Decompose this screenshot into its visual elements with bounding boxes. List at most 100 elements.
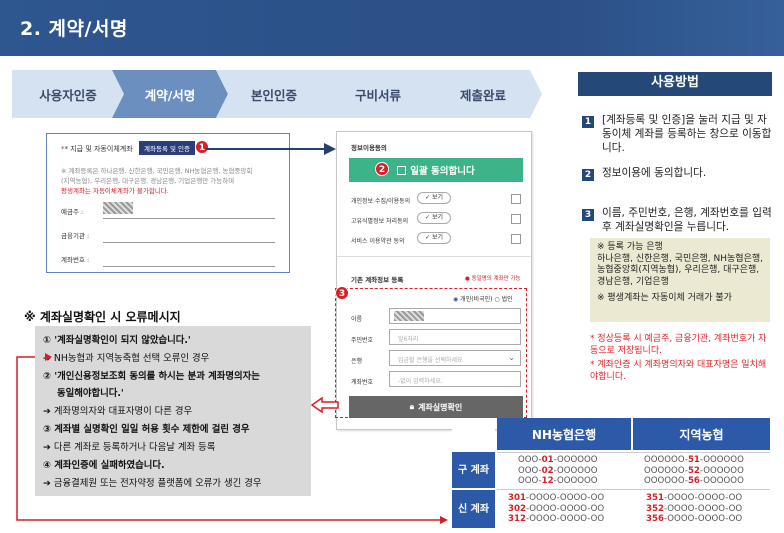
account-label-text: * 지급 및 자동이체계좌 — [64, 145, 133, 153]
page-header: 2. 계약/서명 — [0, 0, 784, 56]
arrow-left-icon — [310, 396, 339, 414]
bank-select-placeholder: 입금할 은행을 선택하세요 — [398, 357, 463, 364]
new-nh-row: 301-OOOO-OOOO-OO — [508, 493, 605, 503]
view-label-3: 보기 — [431, 234, 443, 241]
view-button-2[interactable]: ✓ 보기 — [417, 212, 451, 224]
badge-2: 2 — [375, 162, 389, 176]
howto-title: 사용방법 — [578, 72, 772, 94]
new-local-row: 356-OOOO-OOOO-OO — [646, 514, 743, 525]
error-line-6: ③ 계좌별 실명확인 일일 허용 횟수 제한에 걸린 경우 — [43, 424, 250, 435]
badge-3: 3 — [335, 286, 349, 300]
account-desc-2: (지역농협), 우리은행, 대구은행, 경남은행, 기업은행만 가능하며 — [61, 177, 235, 185]
name-input[interactable] — [389, 308, 521, 324]
account-desc: ※ 계좌등록은 하나은행, 신한은행, 국민은행, NH농협은행, 농협중앙회 … — [61, 166, 287, 196]
view-label-2: 보기 — [431, 214, 443, 221]
field-holder-label: 예금주 : — [61, 208, 84, 216]
account-number-label: 계좌번호 — [351, 379, 374, 386]
howto-text-1: [계좌등록 및 인증]을 눌러 지급 및 자동이체 계좌를 등록하는 창으로 이… — [602, 114, 772, 154]
new-nh-row: 302-OOOO-OOOO-OO — [508, 503, 605, 514]
howto-text-3: 이름, 주민번호, 은행, 계좌번호를 입력 후 계좌실명확인을 누릅니다. — [602, 207, 772, 233]
old-nh-cell: OOO-01-OOOOOO OOO-02-OOOOOO OOO-12-OOOOO… — [518, 455, 598, 487]
agree-checkbox-3[interactable] — [511, 234, 521, 244]
account-register-button[interactable]: 계좌등록 및 인증 — [139, 141, 195, 155]
error-line-1: ① '계좌실명확인이 되지 않았습니다.' — [43, 335, 191, 346]
lock-icon: 🔒︎ — [409, 402, 415, 411]
chevron-down-icon: ⌄ — [508, 353, 515, 362]
field-account-label: 계좌번호 : — [61, 256, 90, 264]
account-section-note: ● 동일명의 계좌만 가능 — [465, 276, 521, 282]
account-confirm-button[interactable]: 🔒︎ 계좌실명확인 — [349, 396, 523, 418]
name-masked — [394, 311, 424, 321]
error-line-9: ➔ 금융결제원 또는 전자약정 플랫폼에 오류가 생긴 경우 — [43, 478, 262, 489]
new-local-cell: 351-OOOO-OOOO-OO 352-OOOO-OOOO-OO 356-OO… — [646, 493, 742, 525]
view-button-1[interactable]: ✓ 보기 — [417, 192, 451, 204]
error-message-box: ① '계좌실명확인이 되지 않았습니다.' ➔ NH농협과 지역농축협 선택 오… — [35, 326, 311, 496]
new-account-label: 신 계좌 — [452, 490, 495, 528]
account-section-title: 기존 계좌정보 등록 — [351, 276, 404, 284]
holder-line — [103, 218, 275, 219]
old-local-cell: OOOOOO-51-OOOOOO OOOOOO-52-OOOOOO OOOOOO… — [644, 455, 744, 487]
old-local-row: OOOOOO-52-OOOOOO — [644, 465, 744, 476]
agree-item-3-label: 서비스 이용약관 동의 — [351, 238, 405, 245]
view-button-3[interactable]: ✓ 보기 — [417, 232, 451, 244]
step-4-label: 구비서류 — [354, 87, 401, 103]
error-line-2: ➔ NH농협과 지역농축협 선택 오류인 경우 — [43, 353, 210, 364]
step-progress: 사용자인증 계약/서명 본인인증 구비서류 제출완료 — [12, 70, 542, 118]
agree-checkbox-2[interactable] — [511, 214, 521, 224]
agree-checkbox-1[interactable] — [511, 194, 521, 204]
bank-select[interactable]: 입금할 은행을 선택하세요 ⌄ — [389, 350, 521, 366]
radio-1-label: 개인(비국인) — [460, 296, 493, 303]
error-line-4: 동일해야합니다.' — [57, 388, 124, 399]
red-note-2: * 계좌인증 시 계좌명의자와 대표자명은 일치해야합니다. — [590, 360, 767, 382]
ssn-input[interactable]: 앞6자리 — [389, 329, 521, 345]
old-nh-row: OOO-12-OOOOOO — [518, 476, 598, 487]
consent-section-title: 정보이용동의 — [351, 144, 387, 152]
howto-item-1: 1 [계좌등록 및 인증]을 눌러 지급 및 자동이체 계좌를 등록하는 창으로… — [582, 113, 772, 155]
page-title: 2. 계약/서명 — [20, 18, 128, 40]
account-number-input[interactable]: -없이 입력하세요. — [389, 371, 521, 387]
new-local-row: 351-OOOO-OOOO-OO — [646, 493, 743, 503]
new-local-row: 352-OOOO-OOOO-OO — [646, 503, 743, 514]
error-line-7: ➔ 다른 계좌로 등록하거나 다음날 계좌 등록 — [43, 442, 216, 453]
account-confirm-label: 계좌실명확인 — [418, 402, 463, 412]
howto-num-1: 1 — [582, 116, 594, 128]
note-warning: ※ 평생계좌는 자동이체 거래가 불가 — [597, 293, 732, 303]
bank-note-box: ※ 등록 가능 은행 하나은행, 신한은행, 국민은행, NH농협은행, 농협중… — [590, 238, 770, 322]
old-local-row: OOOOOO-51-OOOOOO — [644, 455, 744, 465]
radio-empty-icon[interactable]: ○ — [494, 296, 499, 303]
howto-item-3: 3 이름, 주민번호, 은행, 계좌번호를 입력 후 계좌실명확인을 누릅니다. — [582, 206, 772, 234]
new-nh-row: 312-OOOO-OOOO-OO — [508, 514, 605, 525]
bank-label: 은행 — [351, 358, 363, 365]
agree-item-2-label: 고유식별정보 처리동의 — [351, 218, 409, 225]
agree-all-label: 일괄 동의합니다 — [410, 166, 475, 177]
old-nh-row: OOO-02-OOOOOO — [518, 465, 598, 476]
old-account-label: 구 계좌 — [452, 452, 495, 488]
howto-divider — [578, 94, 772, 96]
error-line-8: ④ 계좌인증에 실패하였습니다. — [43, 460, 165, 471]
row-divider — [497, 452, 770, 453]
agree-item-1-label: 개인정보 수집/이용동의 — [351, 198, 411, 205]
red-note-1: * 정상등록 시 예금주, 금융기관, 계좌번호가 자동으로 저장됩니다. — [590, 334, 767, 356]
step-5: 제출완료 — [424, 70, 542, 118]
view-label-1: 보기 — [431, 194, 443, 201]
step-2-label: 계약/서명 — [144, 87, 196, 103]
name-label: 이름 — [351, 316, 363, 323]
old-local-row: OOOOOO-56-OOOOOO — [644, 476, 744, 487]
step-1-label: 사용자인증 — [39, 87, 97, 103]
account-verify-card: 정보이용동의 일괄 동의합니다 2 개인정보 수집/이용동의 ✓ 보기 고유식별… — [335, 131, 532, 430]
step-5-label: 제출완료 — [459, 87, 506, 103]
arrow-right-icon — [206, 143, 336, 155]
radio-selected-icon[interactable]: ◉ — [453, 296, 458, 303]
field-bank-label: 금융기관 : — [61, 232, 90, 240]
old-nh-row: OOO-01-OOOOOO — [518, 455, 598, 465]
checkbox-icon — [397, 165, 407, 175]
account-section-note-text: 동일명의 계좌만 가능 — [471, 276, 521, 282]
radio-2-label: 법인 — [501, 296, 513, 303]
howto-item-2: 2 정보이용에 동의합니다. — [582, 166, 772, 181]
divider — [337, 256, 531, 257]
howto-num-2: 2 — [582, 169, 594, 181]
ssn-label: 주민번호 — [351, 337, 374, 344]
howto-text-2: 정보이용에 동의합니다. — [602, 167, 707, 179]
account-desc-3: 평생계좌는 자동이체계좌가 불가합니다. — [61, 187, 169, 195]
error-line-3: ② '개인신용정보조회 동의를 하시는 분과 계좌명의자는 — [43, 371, 260, 382]
